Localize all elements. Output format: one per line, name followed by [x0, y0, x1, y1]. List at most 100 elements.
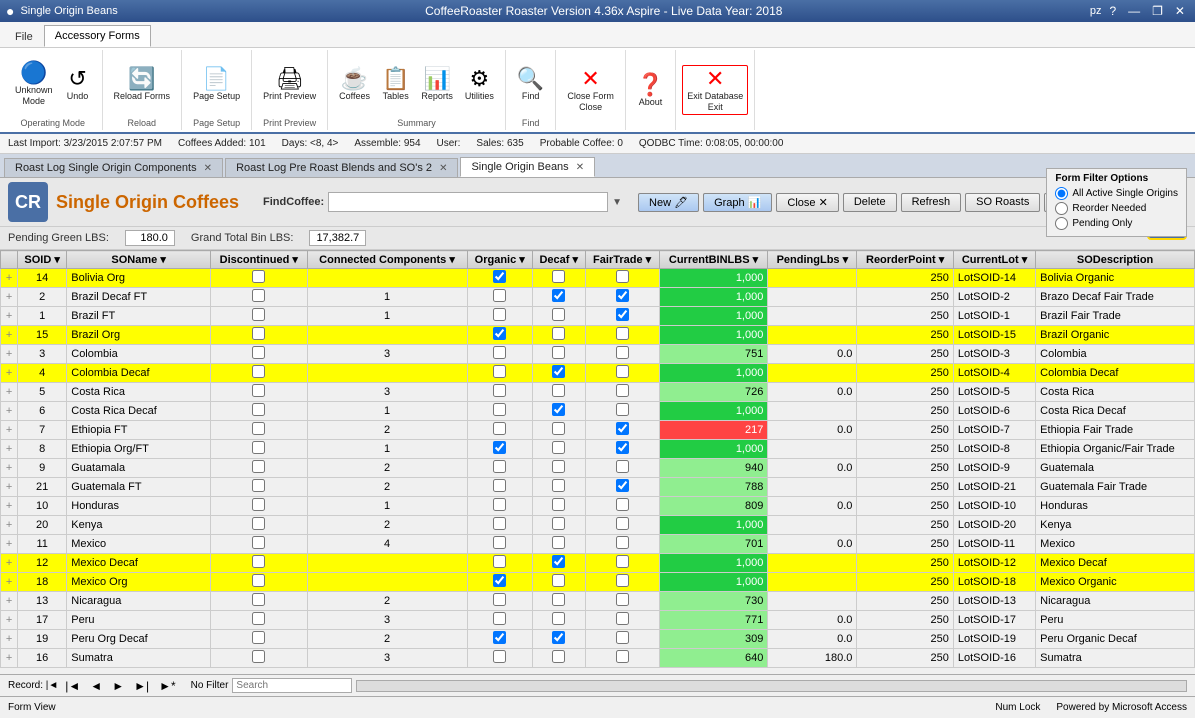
table-row[interactable]: +15Brazil Org1,000250LotSOID-15Brazil Or…: [1, 326, 1195, 345]
doc-tab-roast-log-pre[interactable]: Roast Log Pre Roast Blends and SO's 2 ✕: [225, 158, 458, 177]
row-expand[interactable]: +: [1, 364, 18, 383]
table-row[interactable]: +1Brazil FT11,000250LotSOID-1Brazil Fair…: [1, 307, 1195, 326]
reload-forms-btn[interactable]: 🔄 Reload Forms: [109, 65, 176, 104]
page-setup-btn[interactable]: 📄 Page Setup: [188, 65, 245, 104]
col-decaf[interactable]: Decaf ▾: [532, 251, 585, 269]
filter-all-radio[interactable]: [1055, 187, 1068, 200]
cell-fairtrade[interactable]: [585, 459, 659, 478]
cell-fairtrade[interactable]: [585, 364, 659, 383]
cell-discontinued[interactable]: [211, 592, 307, 611]
filter-all-active[interactable]: All Active Single Origins: [1055, 187, 1178, 200]
nav-first-btn[interactable]: |◄: [62, 679, 83, 693]
cell-fairtrade[interactable]: [585, 497, 659, 516]
coffees-btn[interactable]: ☕ Coffees: [334, 65, 375, 104]
reports-btn[interactable]: 📊 Reports: [416, 65, 458, 104]
cell-fairtrade[interactable]: [585, 288, 659, 307]
horizontal-scrollbar[interactable]: [356, 680, 1187, 692]
find-dropdown-btn[interactable]: ▼: [612, 197, 622, 208]
cell-decaf[interactable]: [532, 630, 585, 649]
row-expand[interactable]: +: [1, 269, 18, 288]
col-fairtrade[interactable]: FairTrade ▾: [585, 251, 659, 269]
cell-decaf[interactable]: [532, 326, 585, 345]
cell-discontinued[interactable]: [211, 535, 307, 554]
cell-discontinued[interactable]: [211, 478, 307, 497]
table-row[interactable]: +3Colombia37510.0250LotSOID-3Colombia: [1, 345, 1195, 364]
cell-organic[interactable]: [467, 649, 532, 668]
row-expand[interactable]: +: [1, 326, 18, 345]
col-soname[interactable]: SOName ▾: [67, 251, 211, 269]
cell-discontinued[interactable]: [211, 269, 307, 288]
table-row[interactable]: +19Peru Org Decaf23090.0250LotSOID-19Per…: [1, 630, 1195, 649]
cell-discontinued[interactable]: [211, 630, 307, 649]
row-expand[interactable]: +: [1, 288, 18, 307]
row-expand[interactable]: +: [1, 383, 18, 402]
row-expand[interactable]: +: [1, 535, 18, 554]
cell-decaf[interactable]: [532, 554, 585, 573]
minimize-btn[interactable]: —: [1124, 4, 1144, 18]
close-form-btn[interactable]: ✕ Close Form Close: [562, 65, 619, 115]
cell-fairtrade[interactable]: [585, 269, 659, 288]
filter-reorder[interactable]: Reorder Needed: [1055, 202, 1178, 215]
cell-fairtrade[interactable]: [585, 345, 659, 364]
maximize-btn[interactable]: ❐: [1148, 4, 1167, 18]
cell-decaf[interactable]: [532, 478, 585, 497]
cell-fairtrade[interactable]: [585, 649, 659, 668]
cell-fairtrade[interactable]: [585, 478, 659, 497]
close-tab-1[interactable]: ✕: [439, 163, 447, 174]
filter-reorder-radio[interactable]: [1055, 202, 1068, 215]
row-expand[interactable]: +: [1, 649, 18, 668]
close-tab-2[interactable]: ✕: [576, 162, 584, 173]
cell-discontinued[interactable]: [211, 326, 307, 345]
so-roasts-button[interactable]: SO Roasts: [965, 193, 1040, 212]
delete-button[interactable]: Delete: [843, 193, 897, 212]
find-btn[interactable]: 🔍 Find: [512, 65, 549, 104]
cell-organic[interactable]: [467, 459, 532, 478]
row-expand[interactable]: +: [1, 497, 18, 516]
row-expand[interactable]: +: [1, 573, 18, 592]
cell-organic[interactable]: [467, 288, 532, 307]
cell-organic[interactable]: [467, 383, 532, 402]
cell-fairtrade[interactable]: [585, 402, 659, 421]
table-row[interactable]: +4Colombia Decaf1,000250LotSOID-4Colombi…: [1, 364, 1195, 383]
cell-fairtrade[interactable]: [585, 307, 659, 326]
table-row[interactable]: +5Costa Rica37260.0250LotSOID-5Costa Ric…: [1, 383, 1195, 402]
cell-fairtrade[interactable]: [585, 535, 659, 554]
doc-tab-single-origin-beans[interactable]: Single Origin Beans ✕: [460, 157, 595, 177]
row-expand[interactable]: +: [1, 516, 18, 535]
cell-fairtrade[interactable]: [585, 573, 659, 592]
cell-organic[interactable]: [467, 440, 532, 459]
nav-last-btn[interactable]: ►|: [131, 679, 152, 693]
tab-accessory-forms[interactable]: Accessory Forms: [44, 25, 151, 47]
col-discontinued[interactable]: Discontinued ▾: [211, 251, 307, 269]
col-currentlot[interactable]: CurrentLot ▾: [953, 251, 1035, 269]
cell-discontinued[interactable]: [211, 497, 307, 516]
nav-prev-btn[interactable]: ◄: [87, 679, 105, 693]
cell-decaf[interactable]: [532, 611, 585, 630]
cell-discontinued[interactable]: [211, 459, 307, 478]
cell-organic[interactable]: [467, 554, 532, 573]
cell-decaf[interactable]: [532, 535, 585, 554]
col-soid[interactable]: SOID ▾: [18, 251, 67, 269]
cell-fairtrade[interactable]: [585, 440, 659, 459]
col-currentbin[interactable]: CurrentBINLBS ▾: [659, 251, 768, 269]
about-btn[interactable]: ❓ About: [632, 71, 669, 110]
table-row[interactable]: +2Brazil Decaf FT11,000250LotSOID-2Brazo…: [1, 288, 1195, 307]
table-row[interactable]: +7Ethiopia FT22170.0250LotSOID-7Ethiopia…: [1, 421, 1195, 440]
filter-pending-radio[interactable]: [1055, 217, 1068, 230]
cell-decaf[interactable]: [532, 288, 585, 307]
cell-fairtrade[interactable]: [585, 421, 659, 440]
table-row[interactable]: +11Mexico47010.0250LotSOID-11Mexico: [1, 535, 1195, 554]
nav-new-btn[interactable]: ►*: [156, 679, 179, 693]
cell-decaf[interactable]: [532, 421, 585, 440]
refresh-button[interactable]: Refresh: [901, 193, 962, 212]
close-button[interactable]: Close ✕: [776, 193, 838, 212]
table-row[interactable]: +18Mexico Org1,000250LotSOID-18Mexico Or…: [1, 573, 1195, 592]
table-row[interactable]: +20Kenya21,000250LotSOID-20Kenya: [1, 516, 1195, 535]
find-coffee-input[interactable]: [328, 192, 608, 212]
cell-fairtrade[interactable]: [585, 592, 659, 611]
row-expand[interactable]: +: [1, 554, 18, 573]
cell-discontinued[interactable]: [211, 554, 307, 573]
cell-discontinued[interactable]: [211, 364, 307, 383]
table-row[interactable]: +12Mexico Decaf1,000250LotSOID-12Mexico …: [1, 554, 1195, 573]
cell-organic[interactable]: [467, 345, 532, 364]
